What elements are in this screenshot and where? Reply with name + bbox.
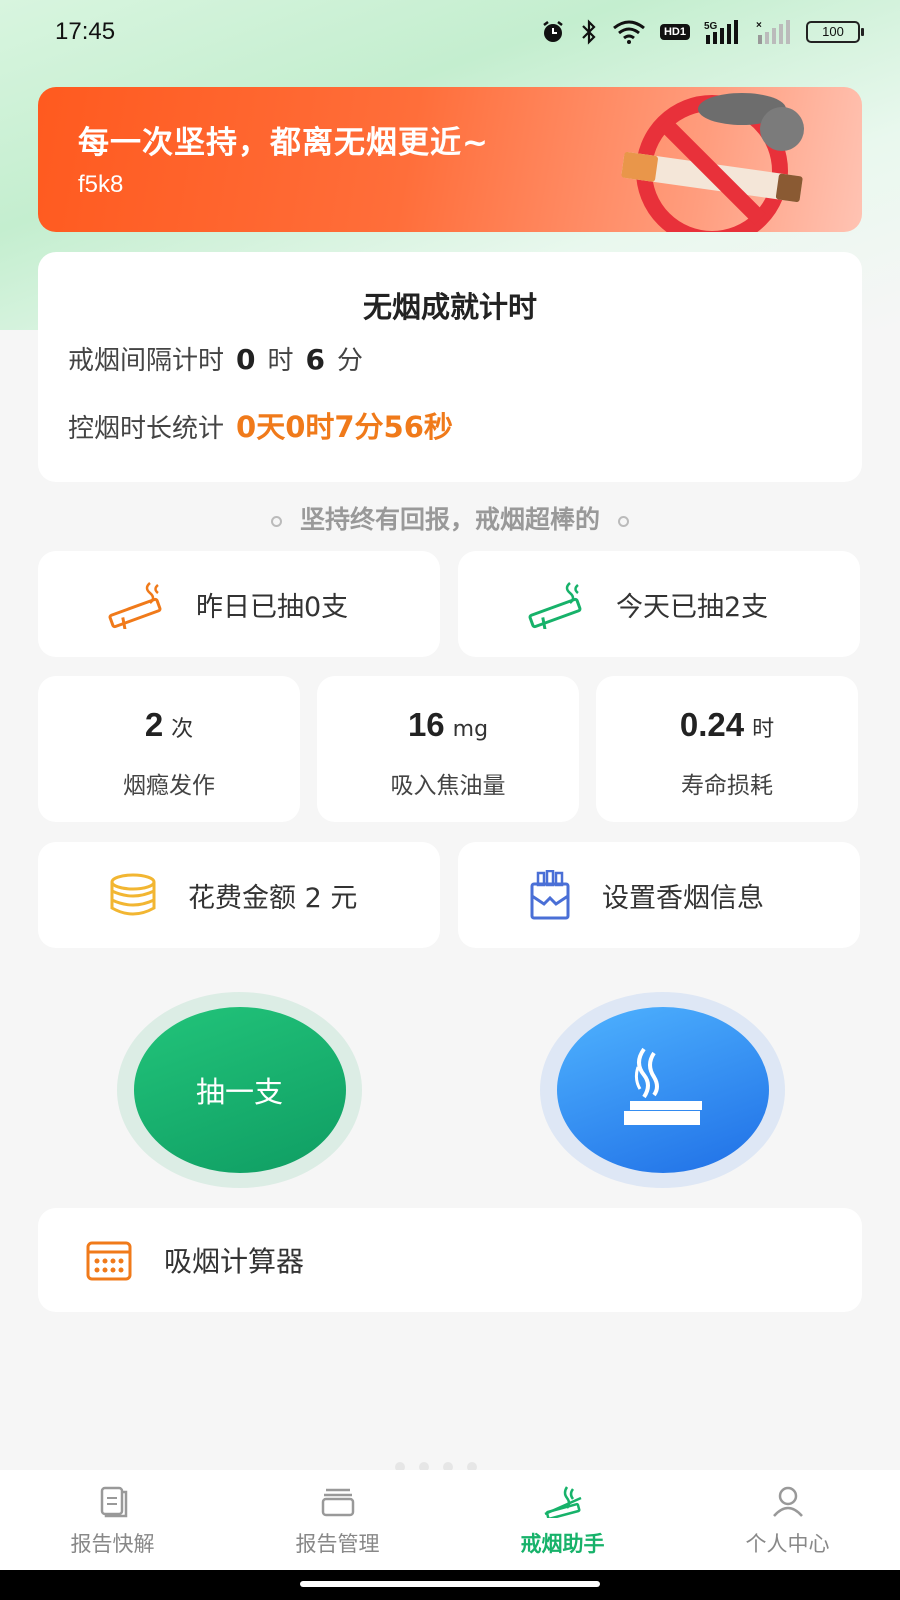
craving-button[interactable] <box>556 1007 769 1173</box>
tab-label: 报告快解 <box>70 1532 155 1556</box>
user-icon <box>772 1486 803 1517</box>
cigarette-pack-icon <box>530 870 570 920</box>
craving-button-halo <box>540 992 785 1188</box>
minutes-unit: 分 <box>337 346 364 376</box>
craving-value: 2次 <box>38 706 300 744</box>
hours-unit: 时 <box>267 346 294 376</box>
tab-report-quick[interactable]: 报告快解 <box>0 1470 225 1570</box>
life-loss-number: 0.24 <box>679 706 745 743</box>
duration-value: 0天0时7分56秒 <box>236 410 453 444</box>
tab-label: 个人中心 <box>745 1532 830 1556</box>
interval-hours: 0 <box>236 343 256 376</box>
tab-quit-smoking-assistant[interactable]: 戒烟助手 <box>450 1470 675 1570</box>
battery-icon: 100 <box>806 21 864 43</box>
status-bar: 17:45 HD1 5G × 100 <box>0 0 900 64</box>
alarm-icon <box>543 21 563 42</box>
cigarette-orange-icon <box>108 582 162 629</box>
hd-icon: HD1 <box>659 24 690 40</box>
bluetooth-icon <box>582 19 596 45</box>
today-smoked-label: 今天已抽2支 <box>616 591 769 623</box>
gesture-navigation-area <box>0 1570 900 1600</box>
motto-text: 坚持终有回报，戒烟超棒的 <box>299 505 600 534</box>
smoke-one-button[interactable]: 抽一支 <box>133 1007 346 1173</box>
interval-minutes: 6 <box>305 343 325 376</box>
status-time: 17:45 <box>55 18 116 45</box>
craving-stat-card: 2次 烟瘾发作 <box>38 676 300 822</box>
yesterday-smoked-card[interactable]: 昨日已抽0支 <box>38 551 440 657</box>
motto: 坚持终有回报，戒烟超棒的 <box>0 500 900 536</box>
calculator-icon <box>86 1241 132 1281</box>
smoke-one-button-halo: 抽一支 <box>117 992 362 1188</box>
today-smoked-card[interactable]: 今天已抽2支 <box>458 551 860 657</box>
cigarette-settings-card[interactable]: 设置香烟信息 <box>458 842 860 948</box>
banner-title: 每一次坚持，都离无烟更近~ <box>78 125 489 161</box>
smoking-icon <box>543 1486 582 1518</box>
svg-text:×: × <box>756 20 762 31</box>
archive-icon <box>321 1488 354 1517</box>
tar-unit: mg <box>452 717 489 742</box>
coins-icon <box>110 873 156 916</box>
craving-caption: 烟瘾发作 <box>123 773 215 799</box>
motto-dot-left <box>270 515 282 527</box>
home-indicator[interactable] <box>300 1581 600 1587</box>
cost-label: 花费金额 2 元 <box>188 882 358 914</box>
tab-report-management[interactable]: 报告管理 <box>225 1470 450 1570</box>
life-loss-unit: 时 <box>752 717 775 742</box>
no-smoking-icon <box>621 93 804 232</box>
tar-stat-card: 16 mg 吸入焦油量 <box>317 676 579 822</box>
smoke-free-timer-card: 无烟成就计时 戒烟间隔计时 0 时 6 分 控烟时长统计 0天0时7分56秒 <box>38 252 862 482</box>
interval-row: 戒烟间隔计时 0 时 6 分 <box>68 340 363 377</box>
signal-icon: × <box>756 20 790 44</box>
life-loss-caption: 寿命损耗 <box>681 773 773 799</box>
duration-label: 控烟时长统计 <box>68 414 225 444</box>
wifi-icon <box>613 20 645 44</box>
motivation-banner[interactable]: 每一次坚持，都离无烟更近~ f5k8 <box>38 87 862 232</box>
craving-unit: 次 <box>171 717 194 742</box>
tab-label: 报告管理 <box>295 1532 380 1556</box>
calculator-label: 吸烟计算器 <box>164 1245 305 1278</box>
tab-personal-center[interactable]: 个人中心 <box>675 1470 900 1570</box>
signal-5g-icon: 5G <box>704 20 738 44</box>
cigarette-green-icon <box>528 582 582 629</box>
svg-text:5G: 5G <box>704 21 718 32</box>
smoking-icon <box>623 1047 702 1125</box>
yesterday-smoked-label: 昨日已抽0支 <box>196 591 349 623</box>
craving-number: 2 <box>144 706 164 743</box>
banner-subtitle: f5k8 <box>78 171 124 198</box>
smoking-calculator-card[interactable]: 吸烟计算器 <box>38 1208 862 1312</box>
report-icon <box>100 1486 127 1518</box>
duration-row: 控烟时长统计 0天0时7分56秒 <box>68 404 453 446</box>
cost-card[interactable]: 花费金额 2 元 <box>38 842 440 948</box>
tar-caption: 吸入焦油量 <box>390 773 506 799</box>
timer-title: 无烟成就计时 <box>362 290 537 324</box>
tab-label: 戒烟助手 <box>520 1532 605 1556</box>
motto-dot-right <box>618 515 629 527</box>
tar-value: 16 mg <box>317 706 579 744</box>
interval-label: 戒烟间隔计时 <box>68 346 225 376</box>
status-icons: HD1 5G × 100 <box>540 19 864 45</box>
life-loss-value: 0.24 时 <box>596 706 858 744</box>
life-loss-stat-card: 0.24 时 寿命损耗 <box>596 676 858 822</box>
cigarette-settings-label: 设置香烟信息 <box>602 882 764 914</box>
bottom-tab-bar: 报告快解 报告管理 戒烟助手 个人中心 <box>0 1470 900 1570</box>
tar-number: 16 <box>407 706 445 743</box>
